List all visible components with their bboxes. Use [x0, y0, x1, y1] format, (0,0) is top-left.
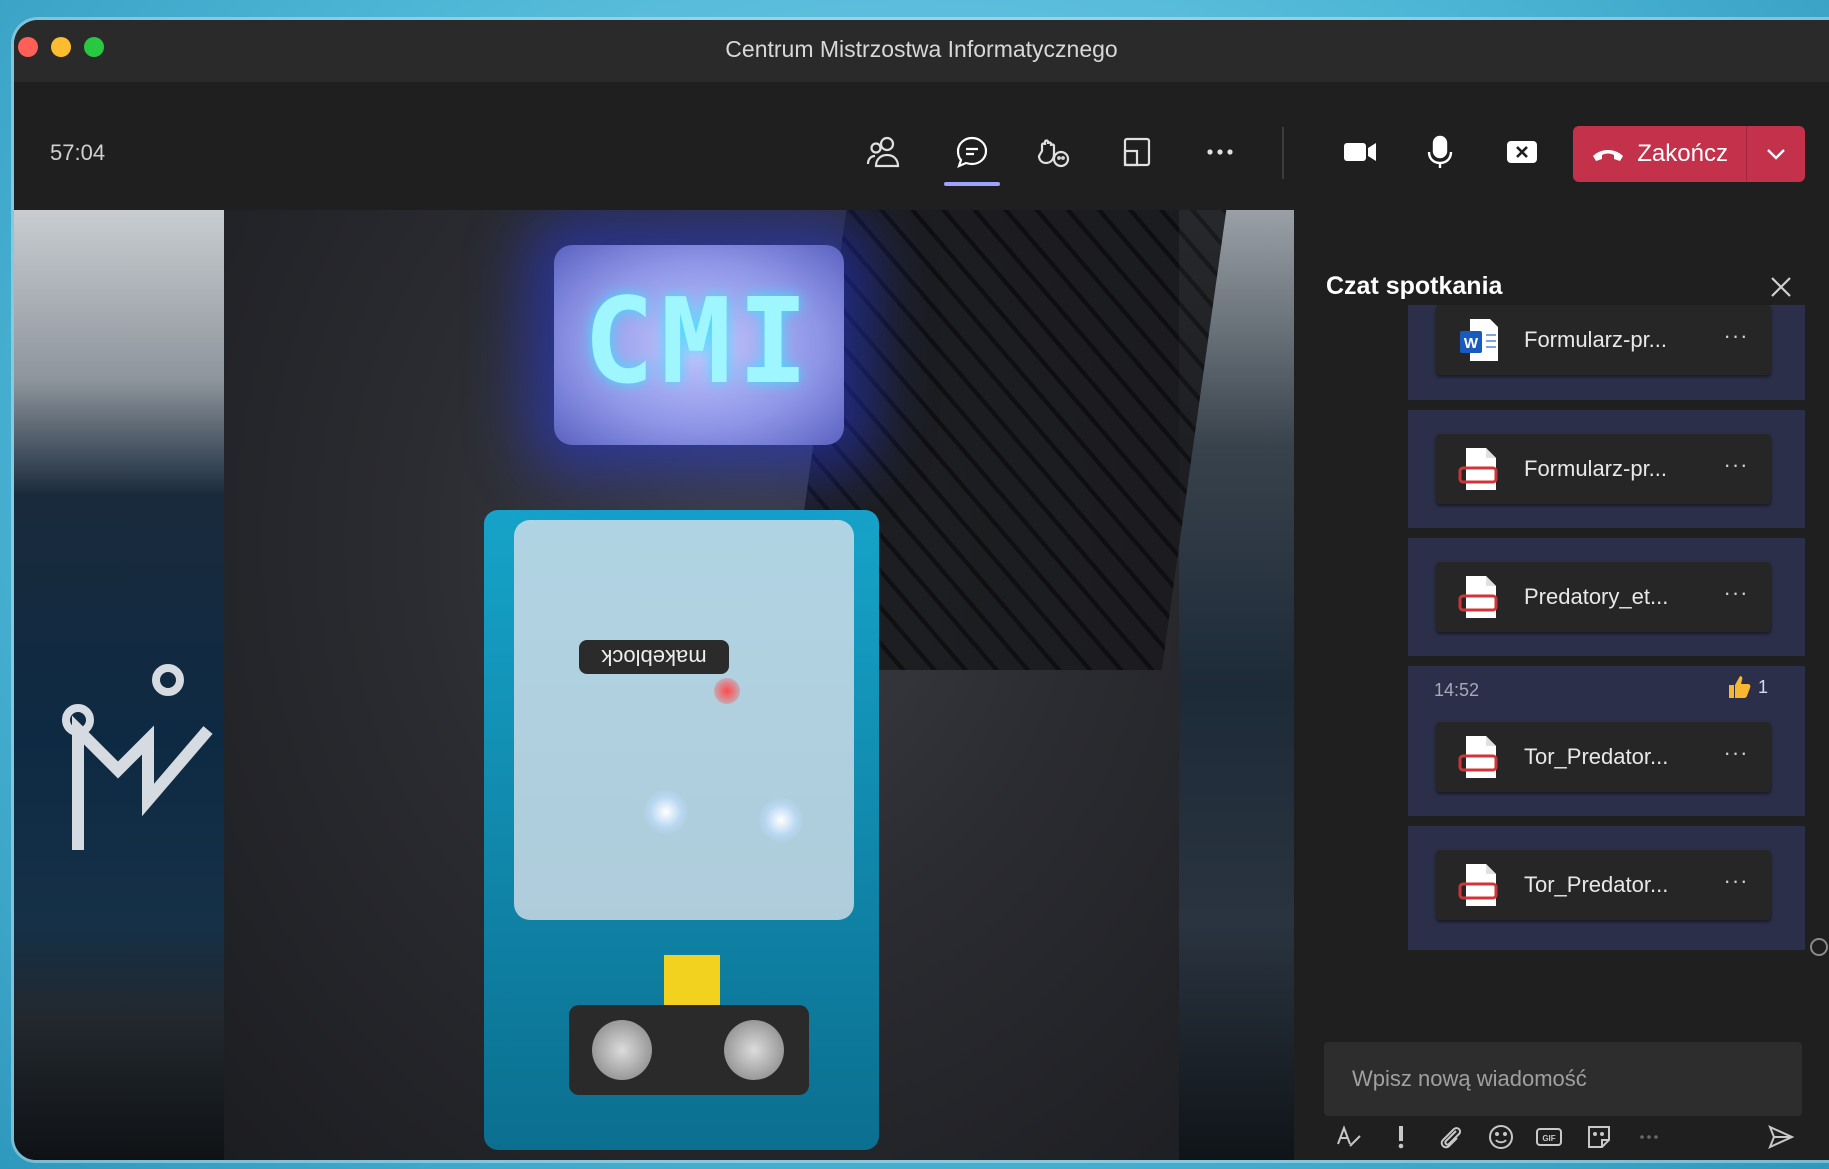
file-name: Formularz-pr... — [1524, 327, 1668, 352]
emoji-icon[interactable] — [1482, 1118, 1520, 1156]
like-reaction[interactable]: 1 — [1726, 674, 1768, 700]
call-timer: 57:04 — [50, 140, 106, 165]
important-icon[interactable] — [1382, 1118, 1420, 1156]
chat-icon[interactable] — [946, 126, 998, 178]
end-call-label: Zakończ — [1637, 140, 1728, 167]
scroll-indicator-icon[interactable] — [1810, 938, 1828, 956]
message-timestamp: 14:52 — [1434, 680, 1480, 700]
file-name: Formularz-pr... — [1524, 456, 1668, 481]
chat-message: Tor_Predator... ··· — [1408, 826, 1805, 950]
share-tray-icon[interactable] — [1111, 126, 1163, 178]
chat-active-indicator — [944, 182, 1000, 186]
brand-label: makeblock — [579, 640, 729, 674]
red-indicator-led — [714, 678, 740, 704]
more-icon[interactable] — [1194, 126, 1246, 178]
stop-share-icon[interactable] — [1496, 126, 1548, 178]
file-name: Predatory_et... — [1524, 584, 1669, 609]
robot-controller-board — [514, 520, 854, 920]
file-attachment[interactable]: W Formularz-pr... ··· — [1436, 305, 1771, 375]
file-more-button[interactable]: ··· — [1718, 321, 1754, 357]
send-icon[interactable] — [1762, 1118, 1800, 1156]
microphone-icon[interactable] — [1414, 126, 1466, 178]
toolbar-divider — [1282, 127, 1284, 179]
meeting-toolbar: 57:04 Zakończ — [14, 82, 1829, 210]
file-more-button[interactable]: ··· — [1718, 866, 1754, 902]
pdf-file-icon — [1458, 864, 1498, 906]
word-file-icon: W — [1460, 319, 1498, 361]
svg-text:W: W — [1464, 335, 1479, 352]
file-attachment[interactable]: Predatory_et... ··· — [1436, 562, 1771, 632]
cmi-logo-mark — [62, 664, 213, 850]
format-icon[interactable] — [1330, 1118, 1368, 1156]
sensor-eye-left — [592, 1020, 652, 1080]
title-bar: Centrum Mistrzostwa Informatycznego — [14, 20, 1829, 83]
pdf-file-icon — [1458, 448, 1498, 490]
pdf-file-icon — [1458, 576, 1498, 618]
window-title: Centrum Mistrzostwa Informatycznego — [725, 36, 1118, 62]
chat-message: W Formularz-pr... ··· — [1408, 305, 1805, 400]
shared-video-stage: CMI makeblock — [14, 210, 1294, 1160]
file-more-button[interactable]: ··· — [1718, 738, 1754, 774]
chat-message: Formularz-pr... ··· — [1408, 410, 1805, 528]
message-input[interactable] — [1350, 1042, 1774, 1116]
compose-box — [1324, 1042, 1802, 1116]
chat-panel-title: Czat spotkania — [1326, 272, 1503, 300]
end-call-button[interactable]: Zakończ — [1573, 126, 1805, 182]
svg-text:GIF: GIF — [1542, 1134, 1555, 1143]
attach-icon[interactable] — [1432, 1118, 1470, 1156]
hang-up-icon — [1593, 150, 1624, 161]
sticker-icon[interactable] — [1580, 1118, 1618, 1156]
file-attachment[interactable]: Formularz-pr... ··· — [1436, 434, 1771, 504]
close-icon[interactable] — [1764, 270, 1798, 304]
file-attachment[interactable]: Tor_Predator... ··· — [1436, 850, 1771, 920]
pdf-file-icon — [1458, 736, 1498, 778]
file-more-button[interactable]: ··· — [1718, 450, 1754, 486]
sensor-eye-right — [724, 1020, 784, 1080]
reactions-icon[interactable] — [1028, 126, 1080, 178]
end-call-dropdown[interactable] — [1747, 126, 1805, 182]
yellow-connector — [664, 955, 720, 1011]
teams-meeting-window: Centrum Mistrzostwa Informatycznego 57:0… — [14, 20, 1829, 1160]
gif-icon[interactable]: GIF — [1530, 1118, 1568, 1156]
chevron-down-icon — [1767, 149, 1785, 160]
compose-toolbar: GIF — [1330, 1118, 1810, 1158]
white-led-left — [644, 790, 688, 834]
file-attachment[interactable]: Tor_Predator... ··· — [1436, 722, 1771, 792]
white-led-right — [759, 798, 803, 842]
file-more-button[interactable]: ··· — [1718, 578, 1754, 614]
robot-camera-feed: CMI makeblock — [224, 210, 1227, 1160]
camera-icon[interactable] — [1334, 126, 1386, 178]
chat-message: Predatory_et... ··· — [1408, 538, 1805, 656]
more-options-icon[interactable] — [1630, 1118, 1668, 1156]
participants-icon[interactable] — [858, 126, 910, 178]
thumbs-up-icon — [1729, 676, 1751, 698]
chat-message: 14:52 1 Tor_Predator... ··· — [1408, 666, 1805, 816]
file-name: Tor_Predator... — [1524, 744, 1669, 769]
led-matrix-text: CMI — [583, 272, 815, 410]
reaction-count: 1 — [1758, 676, 1769, 697]
file-name: Tor_Predator... — [1524, 872, 1669, 897]
meeting-chat-panel: Czat spotkania W Formularz-pr... ··· For… — [1294, 210, 1829, 1160]
end-call-main[interactable]: Zakończ — [1573, 126, 1748, 182]
